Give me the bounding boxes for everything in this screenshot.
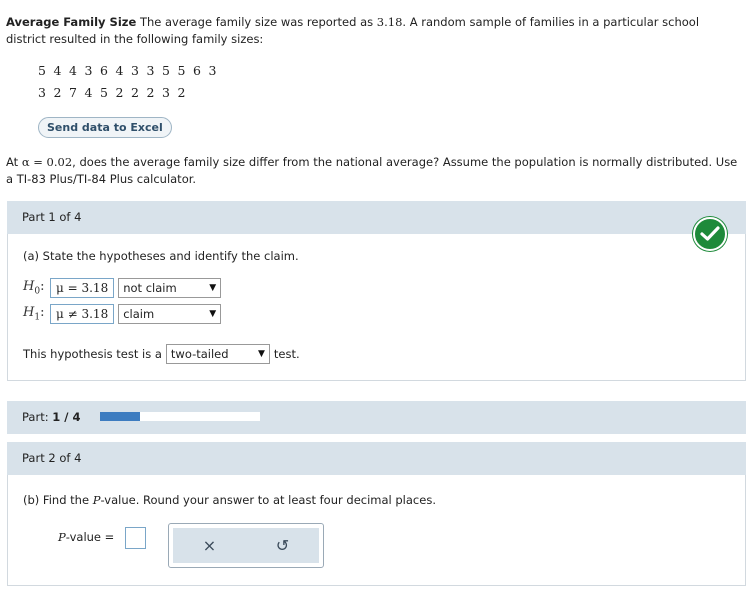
data-value: 3 — [146, 63, 155, 78]
h1-colon: : — [40, 305, 45, 321]
data-value: 5 — [38, 63, 46, 78]
data-value: 5 — [177, 63, 186, 78]
part-2-prompt-a: (b) Find the — [23, 493, 90, 507]
h1-letter: H — [23, 305, 35, 321]
test-type-row: This hypothesis test is a two-tailed ▼ te… — [23, 344, 300, 364]
h1-claim-select[interactable]: claim ▼ — [118, 304, 222, 324]
data-value: 6 — [100, 63, 108, 78]
dropdown-arrow-icon: ▼ — [209, 309, 217, 319]
alt-hypothesis-row: H1: μ ≠ 3.18 claim ▼ — [23, 304, 222, 324]
question-text: At α = 0.02, does the average family siz… — [6, 154, 741, 188]
part-2-header: Part 2 of 4 — [7, 442, 746, 475]
reported-value: 3.18 — [376, 15, 403, 29]
test-type-prefix: This hypothesis test is a — [23, 347, 162, 361]
undo-icon[interactable]: ↺ — [276, 536, 289, 555]
null-hypothesis-row: H0: μ = 3.18 not claim ▼ — [23, 278, 222, 298]
data-value: 2 — [53, 85, 62, 100]
question-rest: , does the average family size differ fr… — [6, 155, 738, 186]
answer-tools-panel: × ↺ — [168, 523, 324, 568]
data-value: 2 — [177, 85, 186, 100]
data-value: 2 — [146, 85, 155, 100]
data-value: 4 — [69, 63, 77, 78]
progress-current: 1 / 4 — [52, 410, 81, 424]
answer-tools-inner: × ↺ — [173, 528, 319, 563]
data-value: 4 — [115, 63, 124, 78]
data-value: 7 — [69, 85, 77, 100]
h0-letter: H — [23, 279, 35, 295]
h0-claim-select[interactable]: not claim ▼ — [118, 278, 222, 298]
part-2-prompt-b: -value. Round your answer to at least fo… — [100, 493, 436, 507]
progress-fill — [100, 412, 140, 421]
intro-text-a: The average family size was reported as — [139, 15, 374, 29]
data-value: 4 — [53, 63, 62, 78]
problem-intro: Average Family Size The average family s… — [6, 14, 741, 48]
clear-icon[interactable]: × — [203, 536, 216, 555]
data-row-2: 3274522232 — [38, 82, 224, 104]
data-value: 5 — [162, 63, 170, 78]
test-type-select[interactable]: two-tailed ▼ — [165, 344, 270, 364]
part-1-prompt: (a) State the hypotheses and identify th… — [23, 249, 299, 263]
h0-label: H0: — [23, 279, 50, 297]
data-value: 3 — [208, 63, 217, 78]
send-to-excel-button[interactable]: Send data to Excel — [38, 117, 172, 138]
h0-colon: : — [40, 279, 45, 295]
progress-label: Part: 1 / 4 — [22, 401, 80, 434]
h0-select-value: not claim — [123, 281, 177, 295]
data-value: 4 — [84, 85, 93, 100]
part-2-prompt: (b) Find the P-value. Round your answer … — [23, 493, 436, 507]
pvalue-input[interactable] — [125, 527, 146, 549]
h1-input[interactable]: μ ≠ 3.18 — [50, 304, 115, 324]
h0-input[interactable]: μ = 3.18 — [50, 278, 115, 298]
part-1-header: Part 1 of 4 — [7, 201, 746, 234]
family-size-data: 544364335563 3274522232 — [38, 60, 224, 104]
test-type-value: two-tailed — [170, 347, 229, 361]
h1-select-value: claim — [123, 307, 155, 321]
question-prefix: At — [6, 155, 19, 169]
pvalue-label-text: -value = — [65, 530, 115, 544]
data-row-1: 544364335563 — [38, 60, 224, 82]
data-value: 3 — [162, 85, 170, 100]
h1-label: H1: — [23, 305, 50, 323]
alpha-value: α = 0.02 — [21, 155, 73, 169]
problem-title: Average Family Size — [6, 15, 137, 29]
data-value: 6 — [193, 63, 201, 78]
test-type-suffix: test. — [273, 347, 300, 361]
part-2-body — [7, 475, 746, 586]
dropdown-arrow-icon: ▼ — [209, 283, 217, 293]
dropdown-arrow-icon: ▼ — [258, 349, 265, 359]
progress-bar-area: Part: 1 / 4 — [7, 401, 746, 434]
data-value: 2 — [131, 85, 139, 100]
data-value: 3 — [131, 63, 139, 78]
data-value: 3 — [38, 85, 46, 100]
progress-label-text: Part: — [22, 410, 49, 424]
data-value: 3 — [84, 63, 93, 78]
data-value: 2 — [115, 85, 124, 100]
data-value: 5 — [100, 85, 108, 100]
pvalue-p: P — [58, 530, 66, 544]
pvalue-label: P-value = — [58, 530, 114, 544]
progress-track — [100, 412, 260, 421]
correct-check-icon — [693, 217, 727, 251]
